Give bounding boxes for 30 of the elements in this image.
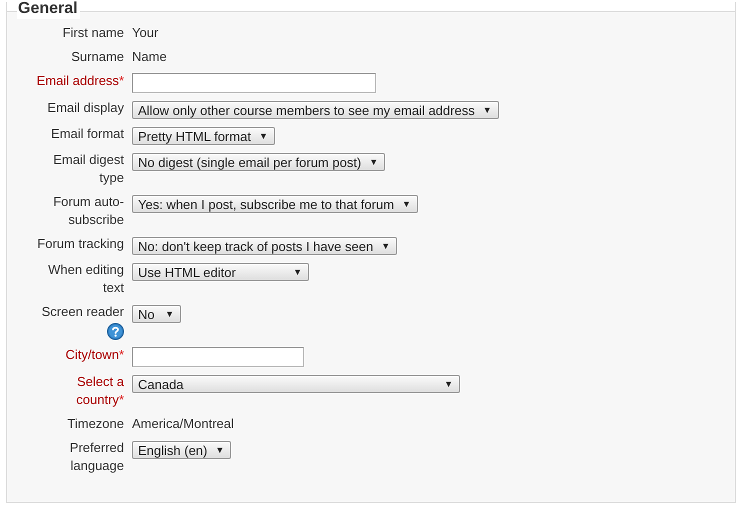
input-field[interactable]	[132, 347, 304, 367]
field-label: Email digest type	[52, 151, 124, 187]
section-title: General	[17, 0, 80, 19]
dropdown[interactable]: No ▼	[132, 305, 181, 323]
field-label: Surname	[71, 48, 124, 66]
field-label: Preferred language	[68, 439, 124, 475]
field-label: Forum tracking	[37, 235, 124, 253]
input-field[interactable]	[132, 73, 376, 93]
field-label: Screen reader	[42, 303, 124, 321]
field-label: Select a country*	[75, 373, 124, 409]
dropdown[interactable]: Canada ▼	[132, 375, 460, 393]
dropdown[interactable]: No digest (single email per forum post) ▼	[132, 153, 386, 171]
dropdown[interactable]: Allow only other course members to see my email address ▼	[132, 101, 499, 119]
field-label: Email display	[47, 99, 124, 117]
field-label: When editing text	[47, 261, 124, 297]
field-value: Your	[132, 24, 158, 42]
dropdown[interactable]: Pretty HTML format ▼	[132, 127, 275, 145]
field-label: Email format	[51, 125, 124, 143]
help-icon[interactable]	[107, 323, 124, 340]
dropdown[interactable]: Yes: when I post, subscribe me to that forum ▼	[132, 195, 418, 213]
field-label: Forum auto-subscribe	[52, 193, 124, 229]
dropdown[interactable]: Use HTML editor ▼	[132, 263, 309, 281]
field-label: Timezone	[67, 415, 124, 433]
field-label: City/town*	[65, 346, 124, 364]
field-label: Email address*	[36, 72, 124, 90]
field-value: America/Montreal	[132, 415, 234, 433]
field-value: Name	[132, 48, 167, 66]
dropdown[interactable]: English (en) ▼	[132, 441, 232, 459]
dropdown[interactable]: No: don't keep track of posts I have seen ▼	[132, 237, 398, 255]
field-label: First name	[62, 24, 124, 42]
